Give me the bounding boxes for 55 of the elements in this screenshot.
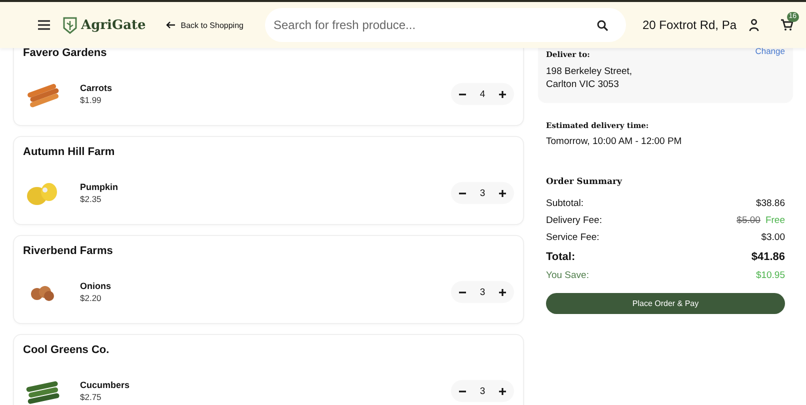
summary-value: $41.86 [751, 250, 785, 262]
brand-name[interactable]: AgriGate [81, 18, 146, 32]
search-icon[interactable] [597, 20, 608, 31]
summary-label: Delivery Fee: [546, 215, 602, 226]
plus-icon [498, 288, 506, 296]
product-name: Pumpkin [80, 182, 118, 192]
increase-button[interactable] [496, 188, 508, 198]
increase-button[interactable] [496, 88, 508, 100]
product-price: $2.35 [80, 194, 102, 204]
menu-icon[interactable] [38, 20, 50, 30]
address-line: 198 Berkeley Street, [546, 65, 634, 78]
product-name: Carrots [80, 83, 112, 93]
original-price: $5.00 [736, 215, 760, 226]
minus-icon [459, 90, 466, 98]
vendor-name: Autumn Hill Farm [23, 145, 116, 159]
cart-icon[interactable] [780, 19, 793, 31]
product-name: Onions [80, 281, 111, 291]
minus-icon [459, 190, 466, 196]
delivery-location[interactable]: 20 Foxtrot Rd, Pa [642, 17, 737, 33]
plus-icon [498, 388, 506, 394]
order-summary-title: Order Summary [546, 177, 624, 187]
summary-value: Free [765, 215, 785, 226]
plus-icon [498, 90, 506, 98]
product-price: $2.20 [80, 293, 102, 303]
summary-value: $10.95 [756, 270, 785, 281]
summary-label: Total: [546, 250, 576, 262]
product-price: $2.75 [80, 392, 102, 402]
summary-value: $3.00 [761, 232, 785, 243]
user-icon[interactable] [748, 19, 759, 31]
vendor-name: Riverbend Farms [23, 244, 114, 258]
minus-icon [459, 388, 466, 394]
minus-icon [459, 288, 466, 296]
product-name: Cucumbers [80, 380, 130, 390]
summary-label: Service Fee: [546, 232, 600, 243]
quantity-value: 3 [480, 188, 486, 198]
back-to-shopping-link[interactable]: Back to Shopping [166, 20, 244, 30]
product-price: $1.99 [80, 95, 102, 105]
summary-value: $38.86 [756, 198, 785, 209]
vendor-name: Favero Gardens [23, 48, 108, 60]
place-order-button[interactable]: Place Order & Pay [546, 293, 785, 314]
left-arrow-icon [166, 21, 175, 29]
summary-label: You Save: [546, 270, 589, 281]
search-field[interactable]: Search for fresh produce... [265, 8, 626, 42]
vendor-name: Cool Greens Co. [23, 343, 110, 357]
leaf-logo-icon [62, 16, 78, 34]
quantity-value: 3 [480, 286, 486, 298]
quantity-value: 3 [480, 386, 486, 396]
change-link[interactable]: Change [755, 48, 785, 56]
increase-button[interactable] [496, 286, 508, 298]
plus-icon [498, 190, 506, 196]
address-line: Carlton VIC 3053 [546, 78, 620, 91]
summary-label: Subtotal: [546, 198, 584, 209]
quantity-value: 4 [480, 88, 486, 100]
delivery-time: Tomorrow, 10:00 AM - 12:00 PM [546, 136, 682, 147]
increase-button[interactable] [496, 386, 508, 396]
